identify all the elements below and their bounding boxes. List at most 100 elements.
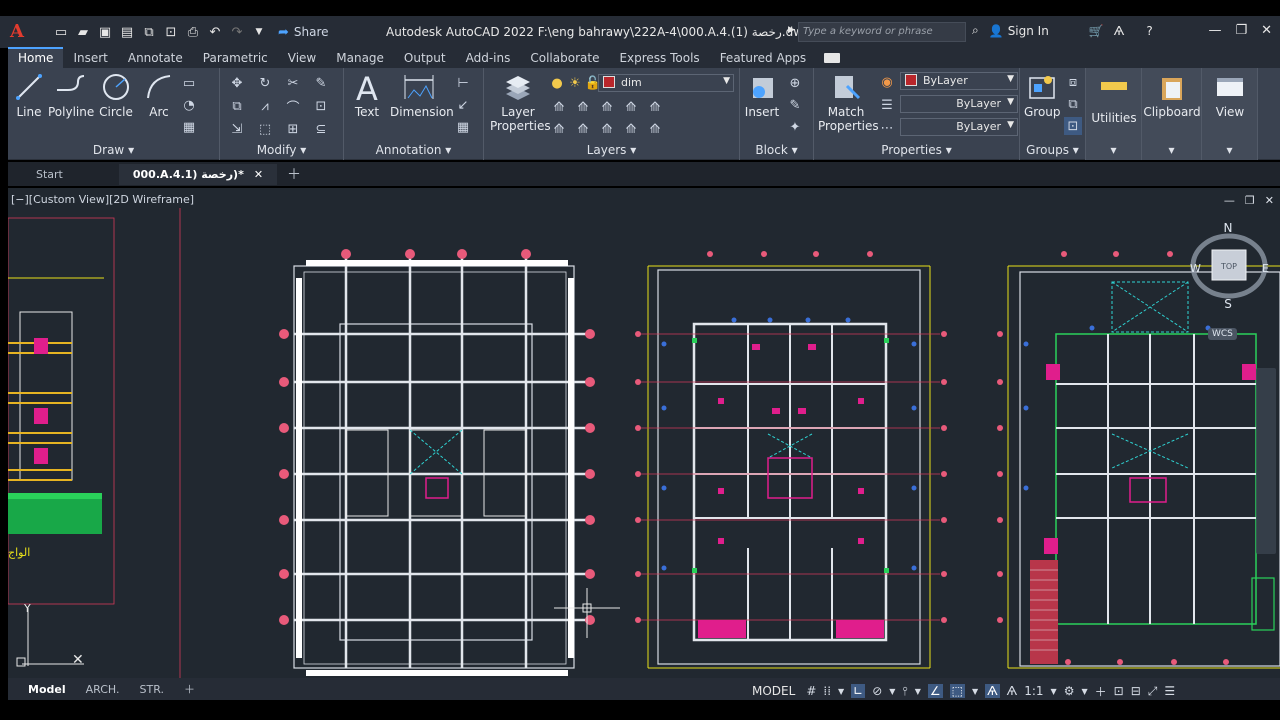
tab-home[interactable]: Home [8,47,64,68]
autocad-logo-icon[interactable]: A [10,21,36,43]
linear-dim-icon[interactable]: ⊢ [454,74,472,92]
tab-manage[interactable]: Manage [326,49,394,68]
user-icon[interactable]: 👤 [989,24,1004,38]
save-as-icon[interactable]: ▤ [118,23,136,41]
draw-panel-title[interactable]: Draw ▾ [8,143,219,157]
layers-panel-title[interactable]: Layers ▾ [484,143,739,157]
layer-properties-tool[interactable]: Layer Properties [490,72,551,133]
create-block-icon[interactable]: ⊕ [786,74,804,92]
snap-dropdown-icon[interactable]: ▼ [838,687,844,696]
stretch-icon[interactable]: ⇲ [228,120,246,138]
arc-tool[interactable]: Arc [142,72,176,119]
tab-add-ins[interactable]: Add-ins [456,49,521,68]
tab-insert[interactable]: Insert [63,49,117,68]
save-icon[interactable]: ▣ [96,23,114,41]
hatch-icon[interactable]: ◔ [180,96,198,114]
object-snap-dropdown-icon[interactable]: ▼ [972,687,978,696]
redo-icon[interactable]: ↷ [228,23,246,41]
autodesk-app-icon[interactable]: Ѧ [1114,24,1125,38]
polar-dropdown-icon[interactable]: ▼ [889,687,895,696]
layer-merge-icon[interactable]: ⟰ [646,120,664,138]
panel-clipboard[interactable]: Clipboard ▾ [1142,68,1202,160]
close-tab-icon[interactable]: ✕ [254,168,263,181]
tab-annotate[interactable]: Annotate [118,49,193,68]
model-space-toggle[interactable]: MODEL [752,684,795,698]
layer-off-icon[interactable]: ⟰ [622,98,640,116]
scale-icon[interactable]: ⬚ [256,120,274,138]
wcs-menu[interactable]: WCS [1208,328,1237,340]
block-attributes-icon[interactable]: ✦ [786,118,804,136]
panel-utilities[interactable]: Utilities ▾ [1086,68,1142,160]
clean-screen-icon[interactable]: ⤢ [1148,684,1158,699]
group-selection-icon[interactable]: ⊡ [1064,117,1082,135]
color-wheel-icon[interactable]: ◉ [878,73,896,91]
polar-icon[interactable]: ⊘ [872,684,882,698]
search-input[interactable]: Type a keyword or phrase [798,22,966,42]
ortho-icon[interactable]: ∟ [851,684,866,698]
ungroup-icon[interactable]: ⧈ [1064,73,1082,91]
plot-icon[interactable]: ⎙ [184,23,202,41]
tab-active-drawing[interactable]: 000.A.4.1) رخصة)* ✕ [118,163,278,185]
annotation-scale[interactable]: 1:1 [1024,684,1043,698]
new-file-icon[interactable]: ▭ [52,23,70,41]
move-icon[interactable]: ✥ [228,74,246,92]
tab-model[interactable]: Model [18,681,76,698]
properties-panel-title[interactable]: Properties ▾ [814,143,1019,157]
color-dropdown[interactable]: ByLayer ▼ [900,72,1018,90]
help-icon[interactable]: ? [1146,24,1152,38]
panel-view[interactable]: View ▾ [1202,68,1258,160]
text-tool[interactable]: A Text [352,72,382,119]
qat-dropdown-icon[interactable]: ▼ [250,23,268,41]
drawing-viewport[interactable]: [−][Custom View][2D Wireframe] — ❐ ✕ الو… [8,188,1280,678]
annotation-monitor-icon[interactable]: ＋ [1095,683,1107,700]
search-icon[interactable]: ⌕ [972,23,979,38]
block-panel-title[interactable]: Block ▾ [740,143,813,157]
copy-icon[interactable]: ⧉ [228,97,246,115]
auto-scale-icon[interactable]: Ѧ [1007,684,1018,698]
layer-walk-icon[interactable]: ⟰ [622,120,640,138]
layer-iso-icon[interactable]: ⟰ [550,98,568,116]
share-button[interactable]: ➦ Share [278,25,329,40]
dimension-tool[interactable]: Dimension [390,72,454,119]
layer-unisolate-icon[interactable]: ⟰ [550,120,568,138]
layer-lock-icon[interactable]: ⟰ [646,98,664,116]
minimize-icon[interactable]: — [1208,23,1221,38]
search-expand-icon[interactable]: ▶ [788,25,795,35]
open-web-icon[interactable]: ⧉ [140,23,158,41]
workspace-dropdown-icon[interactable]: ▼ [1081,687,1087,696]
group-tool[interactable]: Group [1024,72,1061,119]
layer-thaw-icon[interactable]: ☀ [568,74,582,92]
tab-featured-apps[interactable]: Featured Apps [710,49,816,68]
tab-arch-layout[interactable]: ARCH. [76,681,130,698]
annotation-panel-title[interactable]: Annotation ▾ [344,143,483,157]
annotation-visibility-icon[interactable]: Ѧ [985,684,1000,698]
units-icon[interactable]: ⊡ [1114,684,1124,698]
customize-icon[interactable]: ☰ [1164,684,1175,698]
edit-block-icon[interactable]: ✎ [786,96,804,114]
cart-icon[interactable]: 🛒 [1089,24,1104,38]
viewcube[interactable]: N S W E TOP [1188,221,1270,312]
modify-panel-title[interactable]: Modify ▾ [220,143,343,157]
lineweight-icon[interactable]: ☰ [878,96,896,114]
rotate-icon[interactable]: ↻ [256,74,274,92]
rectangle-icon[interactable]: ▭ [180,74,198,92]
tab-start[interactable]: Start [8,164,119,185]
add-layout-button[interactable]: ＋ [174,679,205,699]
sign-in-link[interactable]: Sign In [1008,24,1049,38]
tab-view[interactable]: View [278,49,326,68]
save-web-icon[interactable]: ⊡ [162,23,180,41]
linetype-dropdown[interactable]: ByLayer ▼ [900,118,1018,136]
navigation-bar[interactable] [1256,368,1276,554]
group-edit-icon[interactable]: ⧉ [1064,95,1082,113]
explode-icon[interactable]: ⊡ [312,97,330,115]
close-icon[interactable]: ✕ [1261,23,1272,38]
quick-properties-icon[interactable]: ⊟ [1131,684,1141,698]
lineweight-dropdown[interactable]: ByLayer ▼ [900,95,1018,113]
open-file-icon[interactable]: ▰ [74,23,92,41]
match-properties-tool[interactable]: Match Properties [818,72,879,133]
groups-panel-title[interactable]: Groups ▾ [1020,143,1085,157]
fillet-icon[interactable]: ⌒ [284,97,302,116]
tab-parametric[interactable]: Parametric [193,49,278,68]
circle-tool[interactable]: Circle [98,72,134,119]
trim-icon[interactable]: ✂ [284,74,302,92]
